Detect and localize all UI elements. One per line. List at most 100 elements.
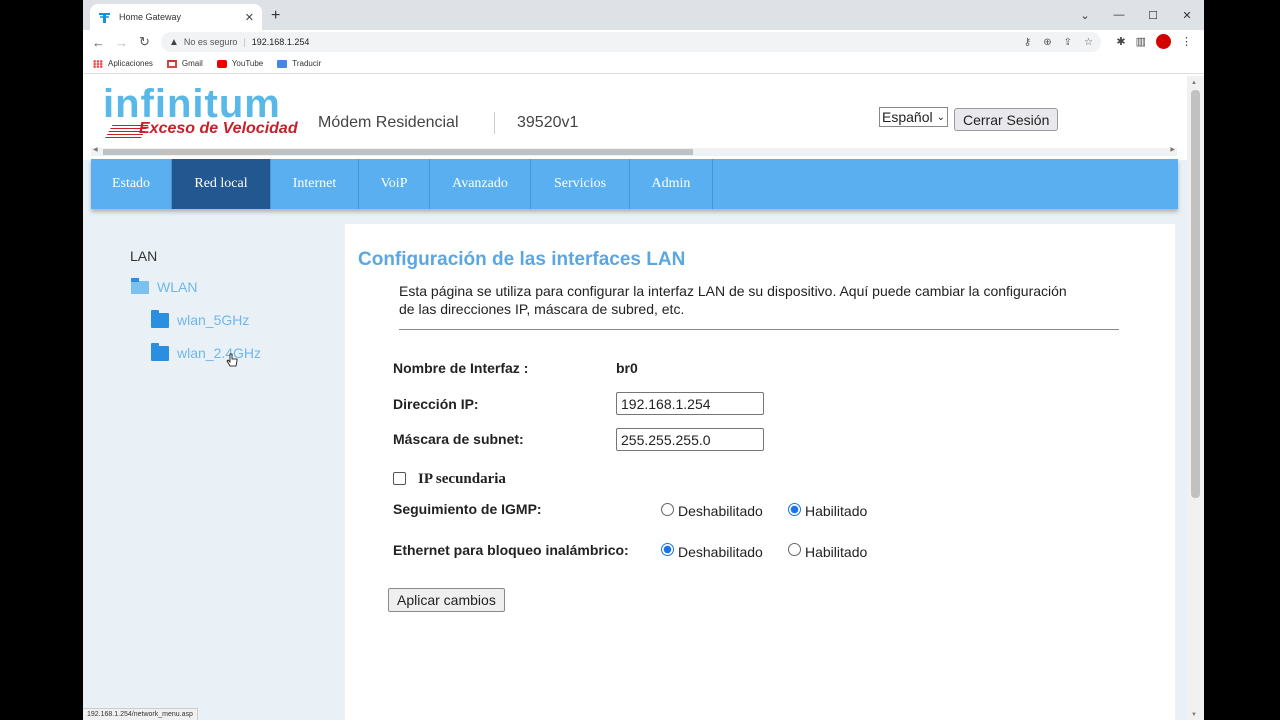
sidebar-item-wlan-24ghz[interactable]: wlan_2.4GHz <box>151 342 262 361</box>
model-number: 39520v1 <box>517 114 579 131</box>
profile-avatar[interactable] <box>1156 34 1171 49</box>
url-separator: | <box>243 37 246 47</box>
bookmark-label: Gmail <box>181 59 203 68</box>
router-favicon-icon <box>98 11 111 24</box>
igmp-enabled-radio[interactable] <box>788 503 801 516</box>
logo-text: infinitum <box>103 82 281 126</box>
scrollbar-thumb[interactable] <box>103 149 693 155</box>
secondary-ip-label: IP secundaria <box>418 471 506 487</box>
ethernet-enabled-radio[interactable] <box>788 543 801 556</box>
url-text: 192.168.1.254 <box>251 37 310 47</box>
hand-cursor-icon <box>226 353 238 367</box>
vertical-scrollbar[interactable]: ▲ ▼ <box>1187 76 1204 720</box>
content-panel: Configuración de las interfaces LAN Esta… <box>345 224 1175 720</box>
infinitum-logo: infinitum Exceso de Velocidad <box>103 84 298 138</box>
translate-icon <box>277 59 288 68</box>
ethernet-enabled-label: Habilitado <box>805 544 868 560</box>
bookmark-youtube[interactable]: YouTube <box>216 59 264 68</box>
page-header: infinitum Exceso de Velocidad Módem Resi… <box>83 76 1187 160</box>
bookmark-apps[interactable]: Aplicaciones <box>93 59 153 68</box>
sidebar-item-label: wlan_2.4GHz <box>177 345 262 361</box>
language-select[interactable]: Español ⌄ <box>879 107 948 127</box>
nav-internet[interactable]: Internet <box>271 159 359 209</box>
bookmark-translate[interactable]: Traducir <box>277 59 321 68</box>
igmp-label: Seguimiento de IGMP: <box>393 501 542 517</box>
sidebar-item-wlan-5ghz[interactable]: wlan_5GHz <box>151 309 250 328</box>
key-icon[interactable]: ⚷ <box>1024 37 1031 48</box>
tab-close-icon[interactable]: ✕ <box>245 11 254 24</box>
bookmarks-bar: Aplicaciones Gmail YouTube Traducir <box>83 54 1204 74</box>
nav-estado[interactable]: Estado <box>91 159 172 209</box>
horizontal-scrollbar[interactable]: ◀ ▶ <box>91 146 1177 156</box>
ethernet-disabled-radio[interactable] <box>661 543 674 556</box>
ip-address-input[interactable] <box>616 392 764 415</box>
sidebar-item-label: WLAN <box>157 279 198 295</box>
divider <box>399 329 1119 330</box>
address-bar[interactable]: ▲ No es seguro | 192.168.1.254 ⚷ ⊕ ⇪ ☆ <box>161 32 1101 52</box>
scrollbar-thumb[interactable] <box>1191 90 1200 498</box>
menu-kebab-icon[interactable]: ⋮ <box>1181 35 1192 48</box>
new-tab-button[interactable]: + <box>271 7 280 25</box>
folder-icon <box>151 342 169 361</box>
mask-label: Máscara de subnet: <box>393 431 524 447</box>
logout-button[interactable]: Cerrar Sesión <box>954 108 1059 131</box>
share-icon[interactable]: ⇪ <box>1064 37 1072 48</box>
bookmark-label: Aplicaciones <box>108 59 153 68</box>
page-title: Configuración de las interfaces LAN <box>358 249 686 270</box>
sidebar-title[interactable]: LAN <box>130 248 157 264</box>
scroll-right-icon[interactable]: ▶ <box>1170 146 1175 153</box>
browser-tab[interactable]: Home Gateway ✕ <box>90 4 262 30</box>
bookmark-gmail[interactable]: Gmail <box>166 59 203 68</box>
nav-voip[interactable]: VoiP <box>359 159 430 209</box>
tab-search-icon[interactable]: ⌄ <box>1068 0 1102 30</box>
folder-open-icon <box>131 277 149 294</box>
reload-icon[interactable]: ↻ <box>133 34 156 50</box>
youtube-icon <box>216 59 227 68</box>
header-divider <box>494 112 495 134</box>
browser-toolbar: ← → ↻ ▲ No es seguro | 192.168.1.254 ⚷ ⊕… <box>83 30 1204 54</box>
tab-title: Home Gateway <box>119 12 182 22</box>
igmp-disabled-label: Deshabilitado <box>678 503 763 519</box>
chevron-down-icon: ⌄ <box>936 111 945 123</box>
subnet-mask-input[interactable] <box>616 428 764 451</box>
close-window-icon[interactable]: ✕ <box>1170 0 1204 30</box>
apps-grid-icon <box>93 59 103 68</box>
back-arrow-icon[interactable]: ← <box>87 35 110 50</box>
nav-servicios[interactable]: Servicios <box>531 159 630 209</box>
secondary-ip-checkbox[interactable] <box>393 472 406 485</box>
nav-red-local[interactable]: Red local <box>172 159 271 209</box>
logo-slogan: Exceso de Velocidad <box>139 120 298 137</box>
interface-name-label: Nombre de Interfaz : <box>393 360 529 376</box>
extensions-icon[interactable]: ✱ <box>1116 35 1125 48</box>
bookmark-star-icon[interactable]: ☆ <box>1084 37 1093 48</box>
status-bar-url: 192.168.1.254/network_menu.asp <box>83 708 198 720</box>
minimize-icon[interactable]: — <box>1102 0 1136 30</box>
bookmark-label: Traducir <box>292 59 322 68</box>
scroll-down-icon[interactable]: ▼ <box>1191 712 1197 718</box>
ethernet-block-label: Ethernet para bloqueo inalámbrico: <box>393 542 629 558</box>
apply-changes-button[interactable]: Aplicar cambios <box>388 588 505 612</box>
nav-avanzado[interactable]: Avanzado <box>430 159 531 209</box>
igmp-disabled-radio[interactable] <box>661 503 674 516</box>
scroll-up-icon[interactable]: ▲ <box>1191 80 1197 86</box>
forward-arrow-icon[interactable]: → <box>110 35 133 50</box>
sidebar-item-label: wlan_5GHz <box>177 312 250 328</box>
igmp-enabled-label: Habilitado <box>805 503 868 519</box>
browser-window: Home Gateway ✕ + ⌄ — ☐ ✕ ← → ↻ ▲ No es s… <box>83 0 1204 720</box>
sidebar-item-wlan[interactable]: WLAN <box>131 277 198 295</box>
nav-admin[interactable]: Admin <box>630 159 713 209</box>
side-panel-icon[interactable]: ▥ <box>1136 35 1146 48</box>
scroll-left-icon[interactable]: ◀ <box>93 146 98 153</box>
bookmark-label: YouTube <box>231 59 264 68</box>
model-name: Módem Residencial <box>318 114 459 131</box>
zoom-icon[interactable]: ⊕ <box>1043 37 1051 48</box>
language-value: Español <box>882 109 933 125</box>
warning-icon[interactable]: ▲ <box>169 37 179 48</box>
ip-label: Dirección IP: <box>393 396 479 412</box>
interface-name-value: br0 <box>616 360 638 376</box>
folder-icon <box>151 309 169 328</box>
ethernet-disabled-label: Deshabilitado <box>678 544 763 560</box>
page-description: Esta página se utiliza para configurar l… <box>399 283 1067 317</box>
maximize-icon[interactable]: ☐ <box>1136 0 1170 30</box>
tab-strip: Home Gateway ✕ + ⌄ — ☐ ✕ <box>83 0 1204 30</box>
